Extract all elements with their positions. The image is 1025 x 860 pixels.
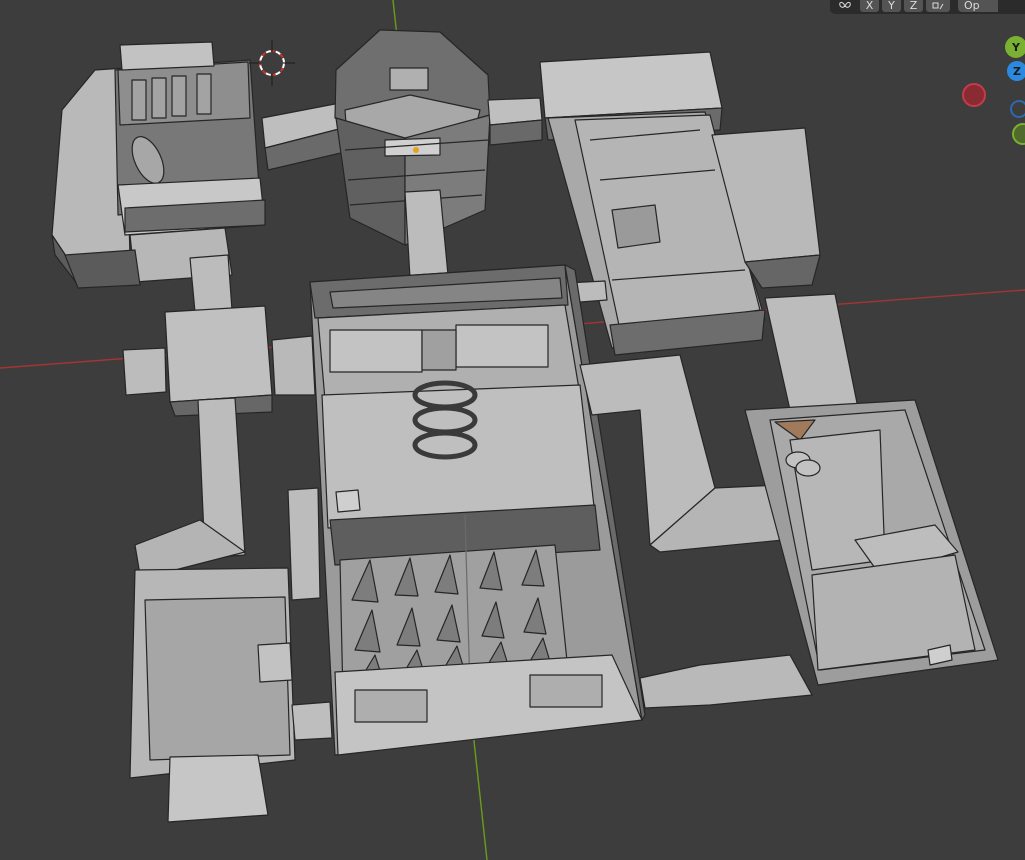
options-dropdown[interactable]: Op [958,0,998,12]
corridor-left-vertical[interactable] [122,254,321,601]
gizmo-y-label: Y [1012,40,1020,54]
corridor-tower-center[interactable] [404,189,449,279]
gizmo-y-axis[interactable]: Y [1005,36,1025,58]
level-scene[interactable] [0,0,1025,860]
mirror-x-toggle[interactable]: X [860,0,879,12]
gizmo-z-axis[interactable]: Z [1007,61,1025,81]
gizmo-z-label: Z [1013,64,1021,78]
room-top-left[interactable] [51,41,266,289]
viewport-header: X Y Z Op [830,0,1025,14]
mirror-z-toggle[interactable]: Z [904,0,923,12]
gizmo-z-negative[interactable] [1010,100,1025,118]
3d-cursor[interactable] [249,40,295,86]
gizmo-x-negative[interactable] [962,83,986,107]
corridor-tl-tower[interactable] [261,102,346,171]
butterfly-mirror-icon[interactable] [830,0,860,12]
object-origin-dot [413,147,419,153]
room-bottom-right[interactable] [744,399,999,686]
mirror-y-toggle[interactable]: Y [882,0,901,12]
room-bottom-left[interactable] [129,567,333,823]
snap-icon[interactable] [926,0,950,12]
3d-viewport[interactable] [0,0,1025,860]
room-central[interactable] [309,264,646,756]
corridor-tower-tr[interactable] [487,97,543,146]
